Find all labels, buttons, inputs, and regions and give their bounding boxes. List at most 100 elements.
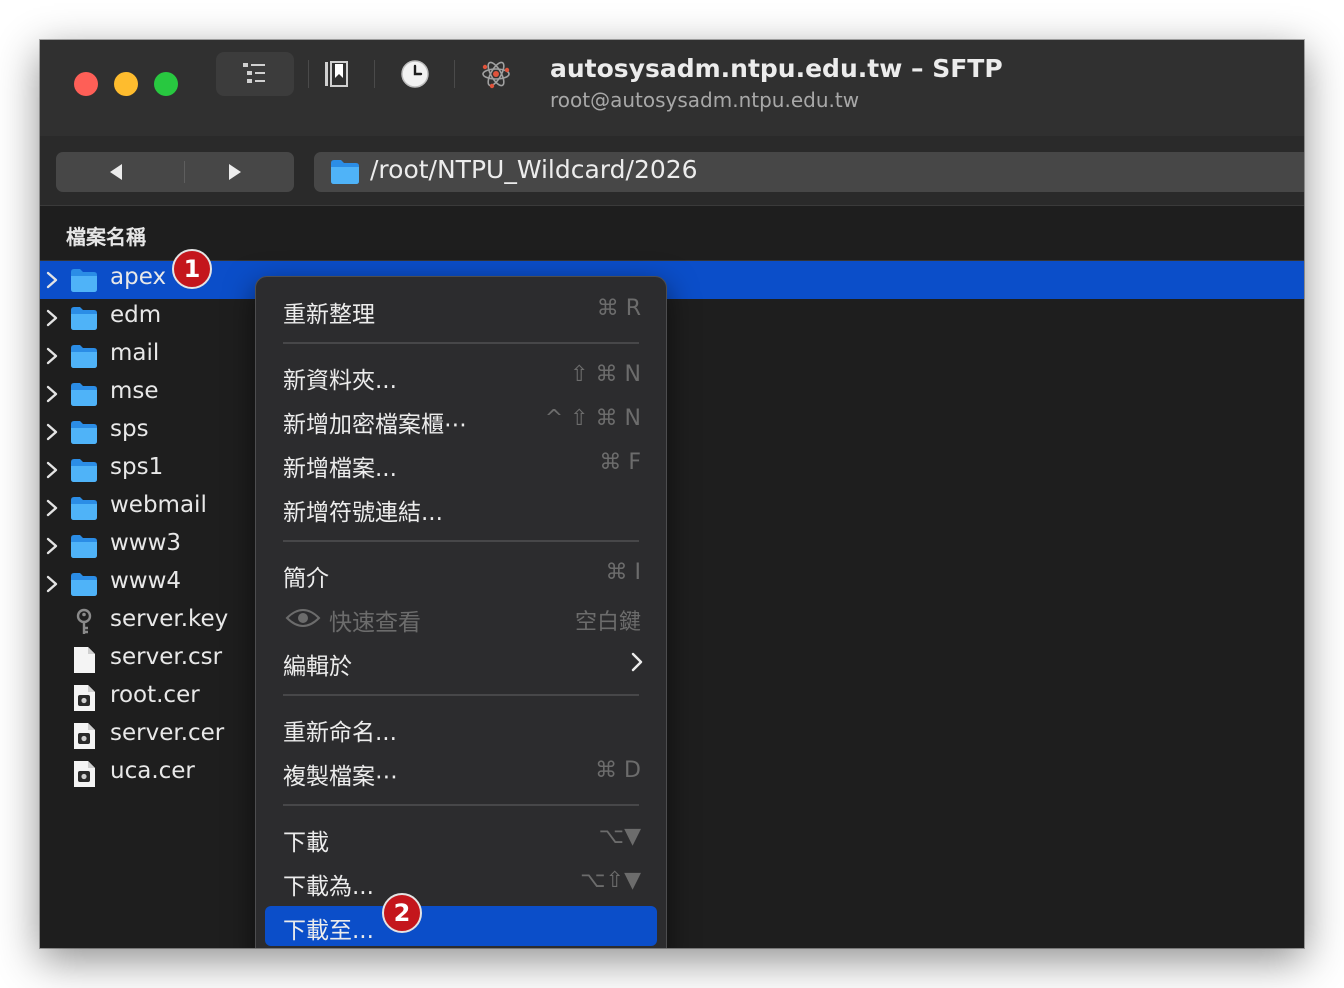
folder-icon [70, 418, 98, 446]
menu-separator [283, 342, 639, 344]
file-row[interactable]: apex [40, 261, 1304, 299]
file-row[interactable]: sps1 [40, 451, 1304, 489]
file-row[interactable]: server.key [40, 603, 1304, 641]
disclosure-chevron-icon[interactable] [42, 536, 62, 556]
disclosure-chevron-icon[interactable] [42, 384, 62, 404]
file-name: sps1 [110, 454, 164, 480]
outline-view-icon [243, 63, 265, 83]
menu-item-shortcut: ⇧ ⌘ N [570, 362, 641, 387]
menu-item-shortcut: ⌘ D [595, 758, 641, 783]
menu-item-shortcut: ⌘ R [596, 296, 641, 321]
toolbar-divider [454, 60, 455, 88]
menu-item-label: 編輯於 [283, 654, 352, 680]
navigation-segment [56, 152, 294, 192]
disclosure-chevron-icon[interactable] [42, 498, 62, 518]
file-name: apex [110, 264, 167, 290]
back-button[interactable] [56, 152, 175, 192]
path-value: /root/NTPU_Wildcard/2026 [370, 155, 698, 184]
menu-item-duplicate[interactable]: 複製檔案⋯ ⌘ D [265, 752, 657, 792]
file-name: mail [110, 340, 160, 366]
disclosure-chevron-icon[interactable] [42, 574, 62, 594]
file-row[interactable]: root.cer [40, 679, 1304, 717]
menu-item-download[interactable]: 下載 ⌥▼ [265, 818, 657, 858]
connection-button[interactable] [476, 52, 516, 96]
column-header-name[interactable]: 檔案名稱 [66, 221, 146, 250]
document-icon [70, 646, 98, 674]
menu-separator [283, 694, 639, 696]
file-name: uca.cer [110, 758, 195, 784]
menu-item-download-as[interactable]: 下載為... ⌥⇧▼ [265, 862, 657, 902]
menu-item-new-folder[interactable]: 新資料夾... ⇧ ⌘ N [265, 356, 657, 396]
menu-item-label: 複製檔案⋯ [283, 764, 398, 790]
history-button[interactable] [395, 52, 435, 96]
file-row[interactable]: sps [40, 413, 1304, 451]
folder-icon [70, 570, 98, 598]
file-name: www3 [110, 530, 182, 556]
forward-button[interactable] [175, 152, 294, 192]
zoom-window-button[interactable] [154, 72, 178, 96]
menu-item-label: 新增加密檔案櫃⋯ [283, 412, 467, 438]
disclosure-chevron-icon[interactable] [42, 422, 62, 442]
certificate-icon [70, 722, 98, 750]
menu-item-label: 重新整理 [283, 302, 375, 328]
menu-item-shortcut: ^ ⇧ ⌘ N [544, 406, 641, 431]
disclosure-chevron-icon[interactable] [42, 308, 62, 328]
menu-item-refresh[interactable]: 重新整理 ⌘ R [265, 290, 657, 330]
file-name: sps [110, 416, 149, 442]
file-row[interactable]: www3 [40, 527, 1304, 565]
eye-icon [285, 609, 321, 627]
history-icon [401, 60, 429, 88]
file-row[interactable]: server.csr [40, 641, 1304, 679]
folder-icon [70, 304, 98, 332]
file-row[interactable]: mail [40, 337, 1304, 375]
file-name: root.cer [110, 682, 200, 708]
menu-item-shortcut: ⌘ I [605, 560, 641, 585]
menu-item-rename[interactable]: 重新命名... [265, 708, 657, 748]
menu-item-label: 下載 [283, 830, 329, 856]
menu-item-label: 重新命名... [283, 720, 397, 746]
file-name: server.csr [110, 644, 223, 670]
file-name: server.cer [110, 720, 225, 746]
file-row[interactable]: edm [40, 299, 1304, 337]
folder-icon [331, 160, 359, 184]
menu-item-label: 新增檔案... [283, 456, 397, 482]
close-window-button[interactable] [74, 72, 98, 96]
menu-item-new-encrypted-vault[interactable]: 新增加密檔案櫃⋯ ^ ⇧ ⌘ N [265, 400, 657, 440]
bookmarks-button[interactable] [316, 52, 356, 96]
file-row[interactable]: mse [40, 375, 1304, 413]
submenu-arrow-icon [631, 652, 643, 672]
menu-item-new-file[interactable]: 新增檔案... ⌘ F [265, 444, 657, 484]
minimize-window-button[interactable] [114, 72, 138, 96]
step-badge-1: 1 [172, 249, 212, 289]
file-name: mse [110, 378, 159, 404]
menu-item-label: 下載為... [283, 874, 374, 900]
outline-view-button[interactable] [216, 52, 294, 96]
menu-item-new-symlink[interactable]: 新增符號連結... [265, 488, 657, 528]
folder-icon [70, 456, 98, 484]
menu-separator [283, 540, 639, 542]
menu-item-shortcut: 空白鍵 [574, 610, 641, 635]
certificate-icon [70, 760, 98, 788]
disclosure-chevron-icon[interactable] [42, 270, 62, 290]
file-name: www4 [110, 568, 182, 594]
folder-icon [70, 532, 98, 560]
menu-item-download-to[interactable]: 下載至... [265, 906, 657, 946]
folder-icon [70, 342, 98, 370]
menu-item-info[interactable]: 簡介 ⌘ I [265, 554, 657, 594]
file-name: webmail [110, 492, 207, 518]
menu-item-shortcut: ⌥⇧▼ [580, 868, 641, 893]
disclosure-chevron-icon[interactable] [42, 346, 62, 366]
file-row[interactable]: webmail [40, 489, 1304, 527]
context-menu: 重新整理 ⌘ R 新資料夾... ⇧ ⌘ N 新增加密檔案櫃⋯ ^ ⇧ ⌘ N … [255, 276, 667, 948]
disclosure-chevron-icon[interactable] [42, 460, 62, 480]
window-title: autosysadm.ntpu.edu.tw – SFTP [550, 54, 1003, 83]
file-row[interactable]: server.cer [40, 717, 1304, 755]
key-file-icon [70, 608, 98, 636]
file-row[interactable]: uca.cer [40, 755, 1304, 793]
path-field[interactable]: /root/NTPU_Wildcard/2026 [314, 152, 1304, 192]
menu-item-quick-look: 快速查看 空白鍵 [265, 598, 657, 638]
menu-item-label: 新增符號連結... [283, 500, 443, 526]
menu-item-edit-with[interactable]: 編輯於 [265, 642, 657, 682]
folder-icon [70, 494, 98, 522]
file-row[interactable]: www4 [40, 565, 1304, 603]
